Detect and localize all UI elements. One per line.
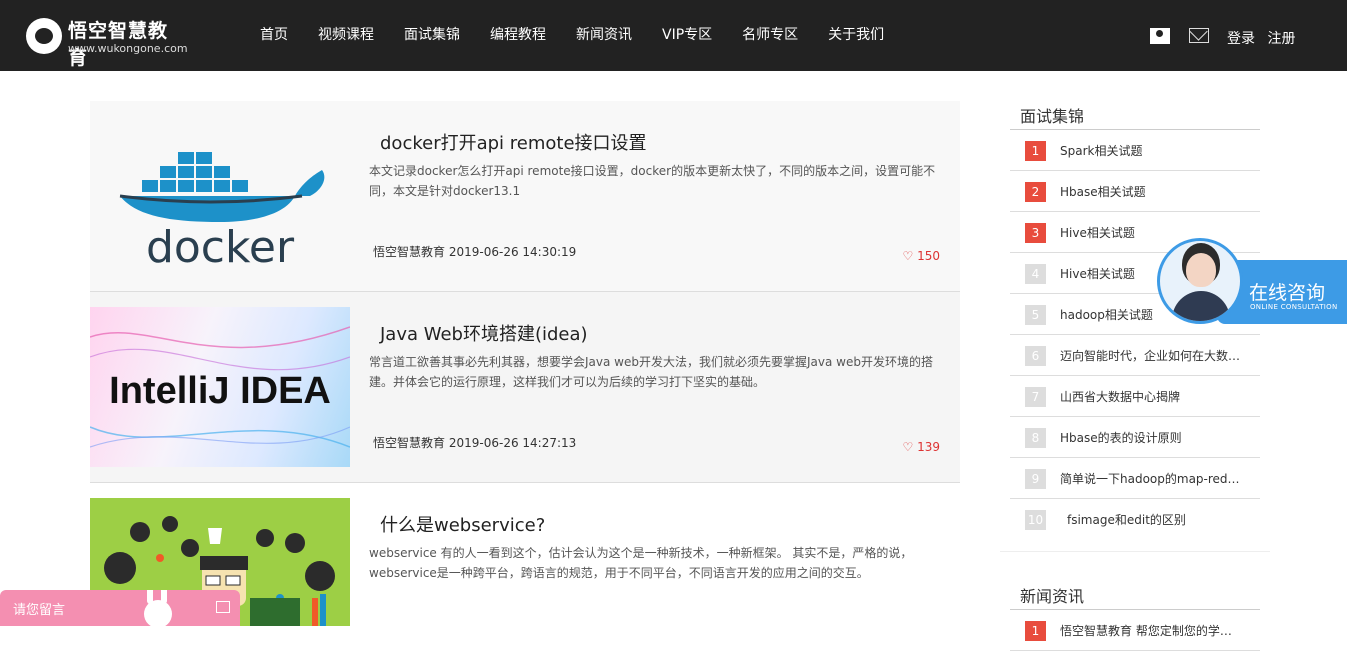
nav-home[interactable]: 首页 <box>246 0 302 71</box>
leave-message-label[interactable]: 请您留言 <box>13 599 65 618</box>
rank-number: 10 <box>1025 510 1046 530</box>
header-actions: 登录 注册 <box>1137 0 1347 71</box>
consult-title[interactable]: 在线咨询 <box>1249 278 1325 305</box>
nav-about[interactable]: 关于我们 <box>814 0 898 71</box>
site-logo[interactable]: 悟空智慧教育 www.wukongone.com <box>26 14 188 69</box>
main-nav: 首页 视频课程 面试集锦 编程教程 新闻资讯 VIP专区 名师专区 关于我们 <box>246 0 900 71</box>
online-consult-widget[interactable]: 在线咨询 ONLINE CONSULTATION <box>1157 238 1347 326</box>
rank-number: 8 <box>1025 428 1046 448</box>
sidebar-title: 面试集锦 <box>1010 100 1260 130</box>
rank-item[interactable]: 7 山西省大数据中心揭牌 <box>1010 376 1260 417</box>
rank-text[interactable]: 悟空智慧教育 帮您定制您的学… <box>1060 622 1245 639</box>
monkey-logo-icon <box>26 18 62 54</box>
nav-interview[interactable]: 面试集锦 <box>390 0 474 71</box>
docker-whale-logo: docker <box>119 152 325 273</box>
rank-number: 7 <box>1025 387 1046 407</box>
nav-teachers[interactable]: 名师专区 <box>728 0 812 71</box>
article-card[interactable]: IntelliJ IDEA Java Web环境搭建(idea) 常言道工欲善其… <box>90 292 960 483</box>
thumb-text: docker <box>146 222 295 273</box>
rank-item[interactable]: 8 Hbase的表的设计原则 <box>1010 417 1260 458</box>
user-card-icon[interactable] <box>1150 28 1170 44</box>
rank-text[interactable]: 迈向智能时代，企业如何在大数… <box>1060 347 1245 364</box>
auth-links: 登录 注册 <box>1227 28 1303 48</box>
thumb-text: IntelliJ IDEA <box>109 370 331 412</box>
rank-item[interactable]: 9 简单说一下hadoop的map-red… <box>1010 458 1260 499</box>
rank-number: 1 <box>1025 141 1046 161</box>
rank-item[interactable]: 1 Spark相关试题 <box>1010 130 1260 171</box>
rank-number: 3 <box>1025 223 1046 243</box>
intellij-idea-logo: IntelliJ IDEA <box>90 326 350 448</box>
nav-video-courses[interactable]: 视频课程 <box>304 0 388 71</box>
rank-text[interactable]: Spark相关试题 <box>1060 142 1245 159</box>
top-navbar: 悟空智慧教育 www.wukongone.com 首页 视频课程 面试集锦 编程… <box>0 0 1347 71</box>
heart-icon: ♡ <box>902 440 914 454</box>
rank-number: 5 <box>1025 305 1046 325</box>
rank-item[interactable]: 2 Hbase相关试题 <box>1010 171 1260 212</box>
article-author: 悟空智慧教育 <box>373 245 446 259</box>
heart-icon: ♡ <box>902 249 914 263</box>
article-summary: 常言道工欲善其事必先利其器，想要学会Java web开发大法，我们就必须先要掌握… <box>369 355 933 389</box>
article-date: 2019-06-26 14:30:19 <box>448 245 577 259</box>
article-thumbnail[interactable]: docker <box>90 116 350 276</box>
rank-number: 2 <box>1025 182 1046 202</box>
maximize-icon[interactable] <box>216 601 230 613</box>
article-thumbnail[interactable]: IntelliJ IDEA <box>90 307 350 467</box>
article-summary: webservice 有的人一看到这个，估计会认为这个是一种新技术，一种新框架。… <box>369 546 913 580</box>
nav-vip[interactable]: VIP专区 <box>648 0 726 71</box>
sidebar-news: 新闻资讯 1 悟空智慧教育 帮您定制您的学… <box>1010 580 1260 651</box>
login-link[interactable]: 登录 <box>1227 31 1255 47</box>
article-card[interactable]: docker docker打开api remote接口设置 本文记录docker… <box>90 101 960 292</box>
nav-tutorials[interactable]: 编程教程 <box>476 0 560 71</box>
rank-item[interactable]: 1 悟空智慧教育 帮您定制您的学… <box>1010 610 1260 651</box>
rank-text[interactable]: Hbase的表的设计原则 <box>1060 429 1245 446</box>
like-number: 139 <box>917 440 940 454</box>
article-title[interactable]: 什么是webservice? <box>380 511 545 537</box>
article-title[interactable]: docker打开api remote接口设置 <box>380 129 647 155</box>
consult-subtitle: ONLINE CONSULTATION <box>1250 303 1338 311</box>
register-link[interactable]: 注册 <box>1267 31 1295 47</box>
logo-url: www.wukongone.com <box>68 42 188 55</box>
sidebar-divider <box>1000 551 1270 552</box>
article-meta: 悟空智慧教育 2019-06-26 14:27:13 <box>373 434 576 451</box>
like-count[interactable]: ♡ 150 <box>903 249 941 263</box>
bunny-mascot-icon <box>132 590 182 626</box>
like-number: 150 <box>917 249 940 263</box>
article-summary: 本文记录docker怎么打开api remote接口设置，docker的版本更新… <box>369 164 936 198</box>
rank-text[interactable]: fsimage和edit的区别 <box>1067 511 1252 528</box>
nav-news[interactable]: 新闻资讯 <box>562 0 646 71</box>
rank-number: 4 <box>1025 264 1046 284</box>
agent-avatar <box>1157 238 1243 324</box>
article-meta: 悟空智慧教育 2019-06-26 14:30:19 <box>373 243 576 260</box>
rank-number: 1 <box>1025 621 1046 641</box>
leave-message-widget[interactable]: 请您留言 <box>0 590 240 626</box>
rank-text[interactable]: Hbase相关试题 <box>1060 183 1245 200</box>
rank-text[interactable]: 山西省大数据中心揭牌 <box>1060 388 1245 405</box>
rank-text[interactable]: 简单说一下hadoop的map-red… <box>1060 470 1245 487</box>
sidebar-title: 新闻资讯 <box>1010 580 1260 610</box>
article-title[interactable]: Java Web环境搭建(idea) <box>380 320 588 346</box>
rank-item[interactable]: 6 迈向智能时代，企业如何在大数… <box>1010 335 1260 376</box>
rank-number: 6 <box>1025 346 1046 366</box>
article-date: 2019-06-26 14:27:13 <box>448 436 577 450</box>
rank-item[interactable]: 10 fsimage和edit的区别 <box>1010 499 1260 539</box>
article-author: 悟空智慧教育 <box>373 436 446 450</box>
mail-icon[interactable] <box>1189 28 1209 43</box>
rank-number: 9 <box>1025 469 1046 489</box>
like-count[interactable]: ♡ 139 <box>903 440 941 454</box>
